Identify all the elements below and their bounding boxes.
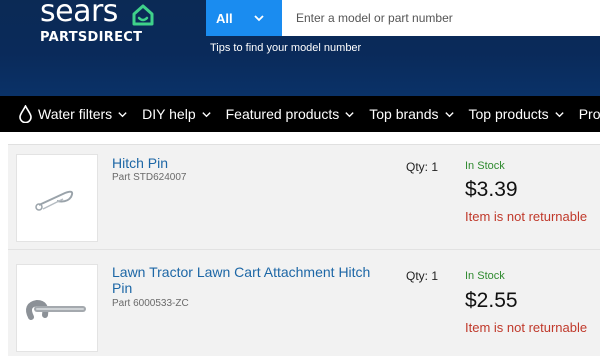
return-policy-note: Item is not returnable bbox=[465, 209, 588, 224]
nav-item-label: Products by bbox=[578, 106, 600, 122]
quantity-label: Qty: 1 bbox=[406, 269, 439, 283]
return-policy-note: Item is not returnable bbox=[465, 320, 588, 335]
part-number: Part 6000533-ZC bbox=[112, 298, 189, 309]
quantity-label: Qty: 1 bbox=[406, 160, 439, 174]
product-price: $2.55 bbox=[465, 289, 518, 312]
model-number-tips-link[interactable]: Tips to find your model number bbox=[210, 42, 361, 54]
chevron-down-icon bbox=[444, 111, 454, 117]
search-bar: All bbox=[206, 0, 600, 36]
search-category-select[interactable]: All bbox=[206, 0, 282, 36]
product-thumbnail[interactable] bbox=[16, 264, 98, 352]
product-thumbnail[interactable] bbox=[16, 154, 98, 242]
logo-subline: PARTSDIRECT bbox=[40, 30, 143, 45]
product-row: Lawn Tractor Lawn Cart Attachment Hitch … bbox=[8, 249, 600, 356]
chevron-down-icon bbox=[118, 111, 127, 117]
logo-wordmark: sears bbox=[40, 0, 118, 29]
site-header: sears PARTSDIRECT All Tips to find your … bbox=[0, 0, 600, 96]
nav-item-diy-help[interactable]: DIY help bbox=[132, 96, 215, 132]
nav-item-label: Top brands bbox=[369, 106, 439, 122]
nav-item-label: Featured products bbox=[225, 106, 340, 122]
home-logo-icon bbox=[132, 4, 154, 26]
stock-status: In Stock bbox=[465, 160, 505, 172]
nav-item-label: Top products bbox=[468, 106, 549, 122]
nav-item-water-filters[interactable]: Water filters bbox=[0, 96, 132, 132]
product-price: $3.39 bbox=[465, 178, 518, 201]
nav-item-label: Water filters bbox=[38, 106, 113, 122]
hitch-pin-image bbox=[35, 190, 74, 211]
product-title-link[interactable]: Hitch Pin bbox=[112, 155, 372, 171]
search-category-label: All bbox=[216, 10, 233, 26]
chevron-down-icon bbox=[253, 15, 264, 22]
stock-status: In Stock bbox=[465, 270, 505, 282]
nav-item-products-by[interactable]: Products by bbox=[569, 96, 600, 132]
nav-item-label: DIY help bbox=[142, 106, 196, 122]
chevron-down-icon bbox=[201, 111, 211, 117]
product-row: Hitch Pin Part STD624007 Qty: 1 In Stock… bbox=[8, 145, 600, 253]
part-number: Part STD624007 bbox=[112, 172, 187, 183]
nav-item-top-brands[interactable]: Top brands bbox=[359, 96, 458, 132]
search-input[interactable] bbox=[282, 0, 600, 36]
product-list: Hitch Pin Part STD624007 Qty: 1 In Stock… bbox=[8, 144, 600, 356]
chevron-down-icon bbox=[345, 111, 354, 117]
main-nav: Water filters DIY help Featured products… bbox=[0, 96, 600, 132]
chevron-down-icon bbox=[555, 111, 564, 117]
sears-partsdirect-logo[interactable]: sears PARTSDIRECT bbox=[40, 0, 170, 50]
water-drop-icon bbox=[19, 105, 32, 123]
lawn-cart-hitch-pin-image bbox=[26, 299, 86, 320]
product-title-link[interactable]: Lawn Tractor Lawn Cart Attachment Hitch … bbox=[112, 264, 372, 296]
nav-item-top-products[interactable]: Top products bbox=[459, 96, 569, 132]
nav-item-featured-products[interactable]: Featured products bbox=[216, 96, 360, 132]
